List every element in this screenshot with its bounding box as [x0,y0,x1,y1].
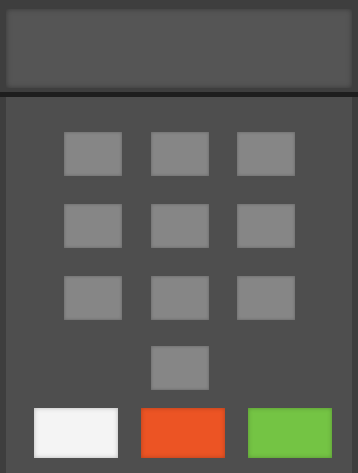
keypad-key-3[interactable] [237,132,295,176]
keypad-key-7[interactable] [64,276,122,320]
keypad-key-9[interactable] [237,276,295,320]
keypad-key-8[interactable] [151,276,209,320]
keypad-key-0[interactable] [151,346,209,390]
keypad-key-2[interactable] [151,132,209,176]
clear-button[interactable] [34,408,118,458]
enter-button[interactable] [248,408,332,458]
payment-terminal [0,0,358,473]
cancel-button[interactable] [141,408,225,458]
keypad-key-1[interactable] [64,132,122,176]
display-screen [6,9,352,88]
keypad-key-4[interactable] [64,204,122,248]
keypad-key-6[interactable] [237,204,295,248]
keypad-key-5[interactable] [151,204,209,248]
